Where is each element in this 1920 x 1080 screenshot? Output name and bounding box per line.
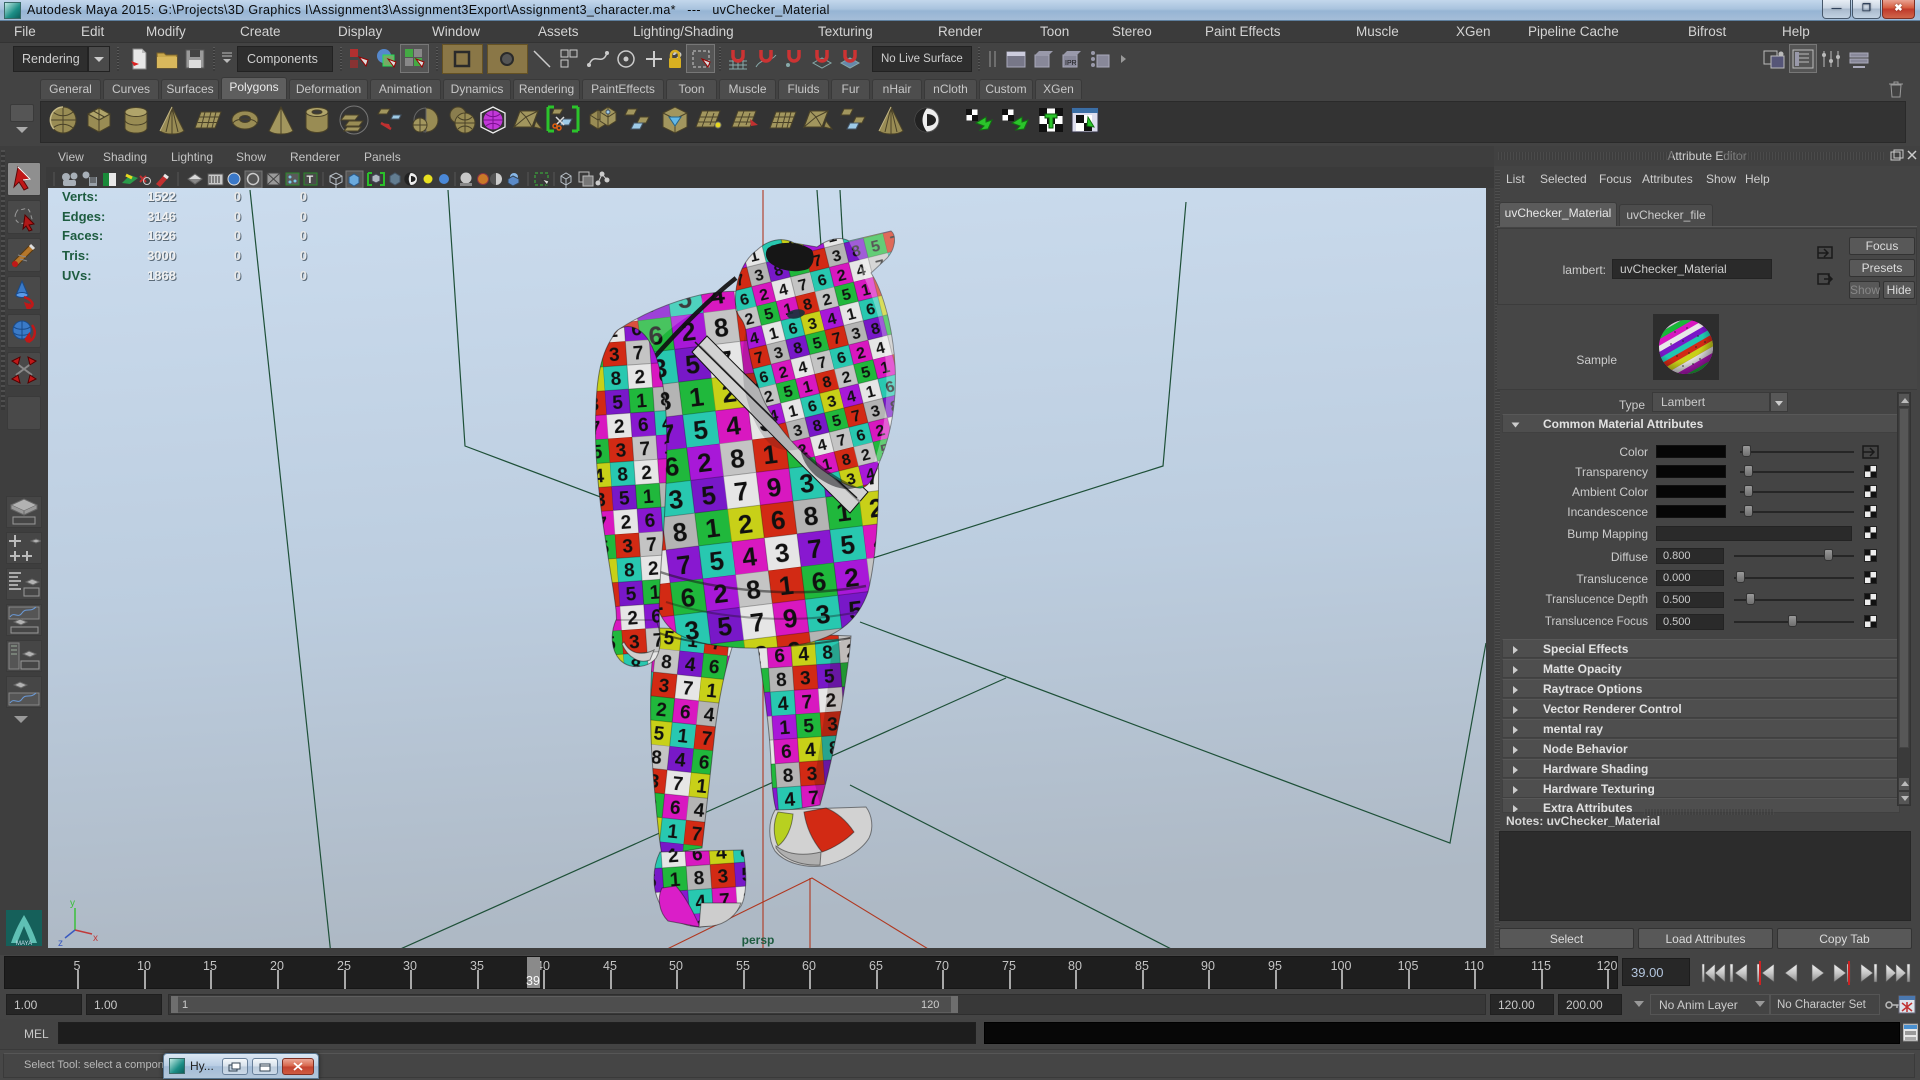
svg-text:Faces:: Faces: [62,228,103,243]
svg-text:persp: persp [742,933,775,947]
svg-text:0: 0 [234,189,241,204]
svg-text:3146: 3146 [147,209,176,224]
svg-text:0: 0 [300,248,307,263]
svg-text:1626: 1626 [147,228,176,243]
svg-text:Edges:: Edges: [62,209,105,224]
svg-text:y: y [70,898,75,909]
svg-text:0: 0 [300,209,307,224]
svg-text:UVs:: UVs: [62,268,92,283]
svg-text:0: 0 [300,228,307,243]
svg-text:z: z [58,938,63,948]
svg-text:Tris:: Tris: [62,248,89,263]
svg-text:0: 0 [234,248,241,263]
svg-text:3000: 3000 [147,248,176,263]
svg-text:MAYA: MAYA [16,941,32,947]
svg-text:0: 0 [300,268,307,283]
svg-text:T: T [307,174,314,186]
svg-text:1522: 1522 [147,189,176,204]
svg-text:x: x [93,933,98,944]
svg-text:1868: 1868 [147,268,176,283]
svg-text:0: 0 [234,228,241,243]
svg-text:IPR: IPR [1065,60,1077,67]
svg-text:Verts:: Verts: [62,189,98,204]
svg-text:0: 0 [234,268,241,283]
svg-text:0: 0 [300,189,307,204]
svg-text:0: 0 [234,209,241,224]
